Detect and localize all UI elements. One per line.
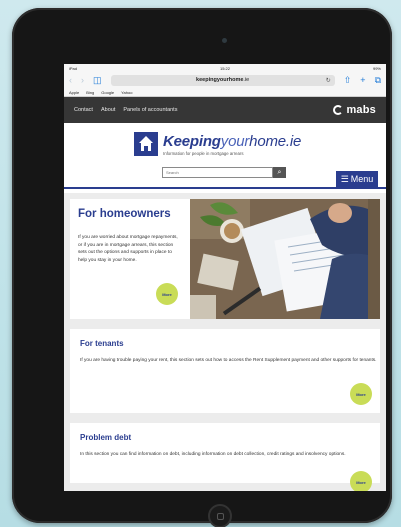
address-bar[interactable]: keepingyourhome .ie ↻ (110, 74, 335, 86)
photo-illustration (190, 199, 368, 319)
card-description: In this section you can find information… (80, 452, 346, 457)
menu-label: Menu (350, 174, 374, 184)
bookmark-yahoo[interactable]: Yahoo (121, 90, 132, 95)
house-icon (134, 132, 158, 156)
search-icon[interactable]: ⌕ (273, 167, 286, 178)
reload-icon[interactable]: ↻ (326, 77, 331, 84)
card-title[interactable]: For homeowners (78, 208, 182, 220)
problem-debt-card: Problem debt In this section you can fin… (70, 423, 380, 491)
more-button[interactable]: More (156, 283, 178, 305)
site-name: Keepingyourhome.ie (163, 132, 302, 150)
card-description: If you are worried about mortgage repaym… (78, 235, 178, 263)
battery-level: 99% (372, 65, 381, 71)
nav-panels-of-accountants[interactable]: Panels of accountants (123, 107, 177, 113)
ipad-screen: iPad 15:22 99% ‹ › ◫ keepingyourhome .ie … (64, 64, 386, 491)
clock: 15:22 (219, 65, 230, 71)
nav-about[interactable]: About (101, 107, 115, 113)
card-description: If you are having trouble paying your re… (80, 358, 377, 363)
site-top-nav: Contact About Panels of accountants mabs (64, 97, 386, 123)
new-tab-icon[interactable]: + (360, 75, 365, 85)
menu-button[interactable]: ☰ Menu (336, 171, 378, 187)
site-tagline: Information for people in mortgage arrea… (163, 150, 244, 156)
header-divider (64, 187, 386, 189)
back-icon[interactable]: ‹ (69, 75, 72, 85)
forward-icon[interactable]: › (81, 75, 84, 85)
bookmarks-icon[interactable]: ◫ (93, 75, 102, 85)
mabs-logo[interactable]: mabs (333, 104, 376, 116)
tenants-card: For tenants If you are having trouble pa… (70, 329, 380, 413)
hamburger-icon: ☰ (340, 173, 349, 184)
mabs-logo-mark-icon (333, 105, 344, 115)
card-title[interactable]: Problem debt (80, 433, 370, 442)
site-header: Keepingyourhome.ie Information for peopl… (64, 123, 386, 193)
bookmarks-bar: Apple Bing Google Yahoo (64, 88, 386, 97)
search-form: ⌕ (162, 167, 286, 178)
bookmark-bing[interactable]: Bing (86, 90, 94, 95)
device-label: iPad (69, 65, 78, 71)
more-button[interactable]: More (350, 471, 372, 491)
more-button[interactable]: More (350, 383, 372, 405)
browser-toolbar: ‹ › ◫ keepingyourhome .ie ↻ ⇧ + ⧉ (64, 72, 386, 88)
url-domain: keepingyourhome (196, 77, 244, 83)
ipad-frame: iPad 15:22 99% ‹ › ◫ keepingyourhome .ie … (12, 8, 392, 527)
bookmark-apple[interactable]: Apple (69, 90, 79, 95)
nav-contact[interactable]: Contact (74, 107, 93, 113)
mortgage-paperwork-photo (190, 199, 380, 319)
homeowners-card: For homeowners If you are worried about … (70, 199, 380, 319)
site-logo[interactable]: Keepingyourhome.ie Information for peopl… (134, 132, 301, 156)
content-cards: For homeowners If you are worried about … (64, 193, 386, 491)
front-camera (222, 38, 227, 43)
share-icon[interactable]: ⇧ (344, 75, 352, 85)
home-button[interactable] (208, 504, 232, 527)
url-tld: .ie (243, 77, 250, 83)
tabs-icon[interactable]: ⧉ (375, 75, 381, 85)
bookmark-google[interactable]: Google (101, 90, 114, 95)
status-bar: iPad 15:22 99% (64, 64, 386, 72)
card-title[interactable]: For tenants (80, 339, 370, 348)
search-input[interactable] (162, 167, 273, 178)
